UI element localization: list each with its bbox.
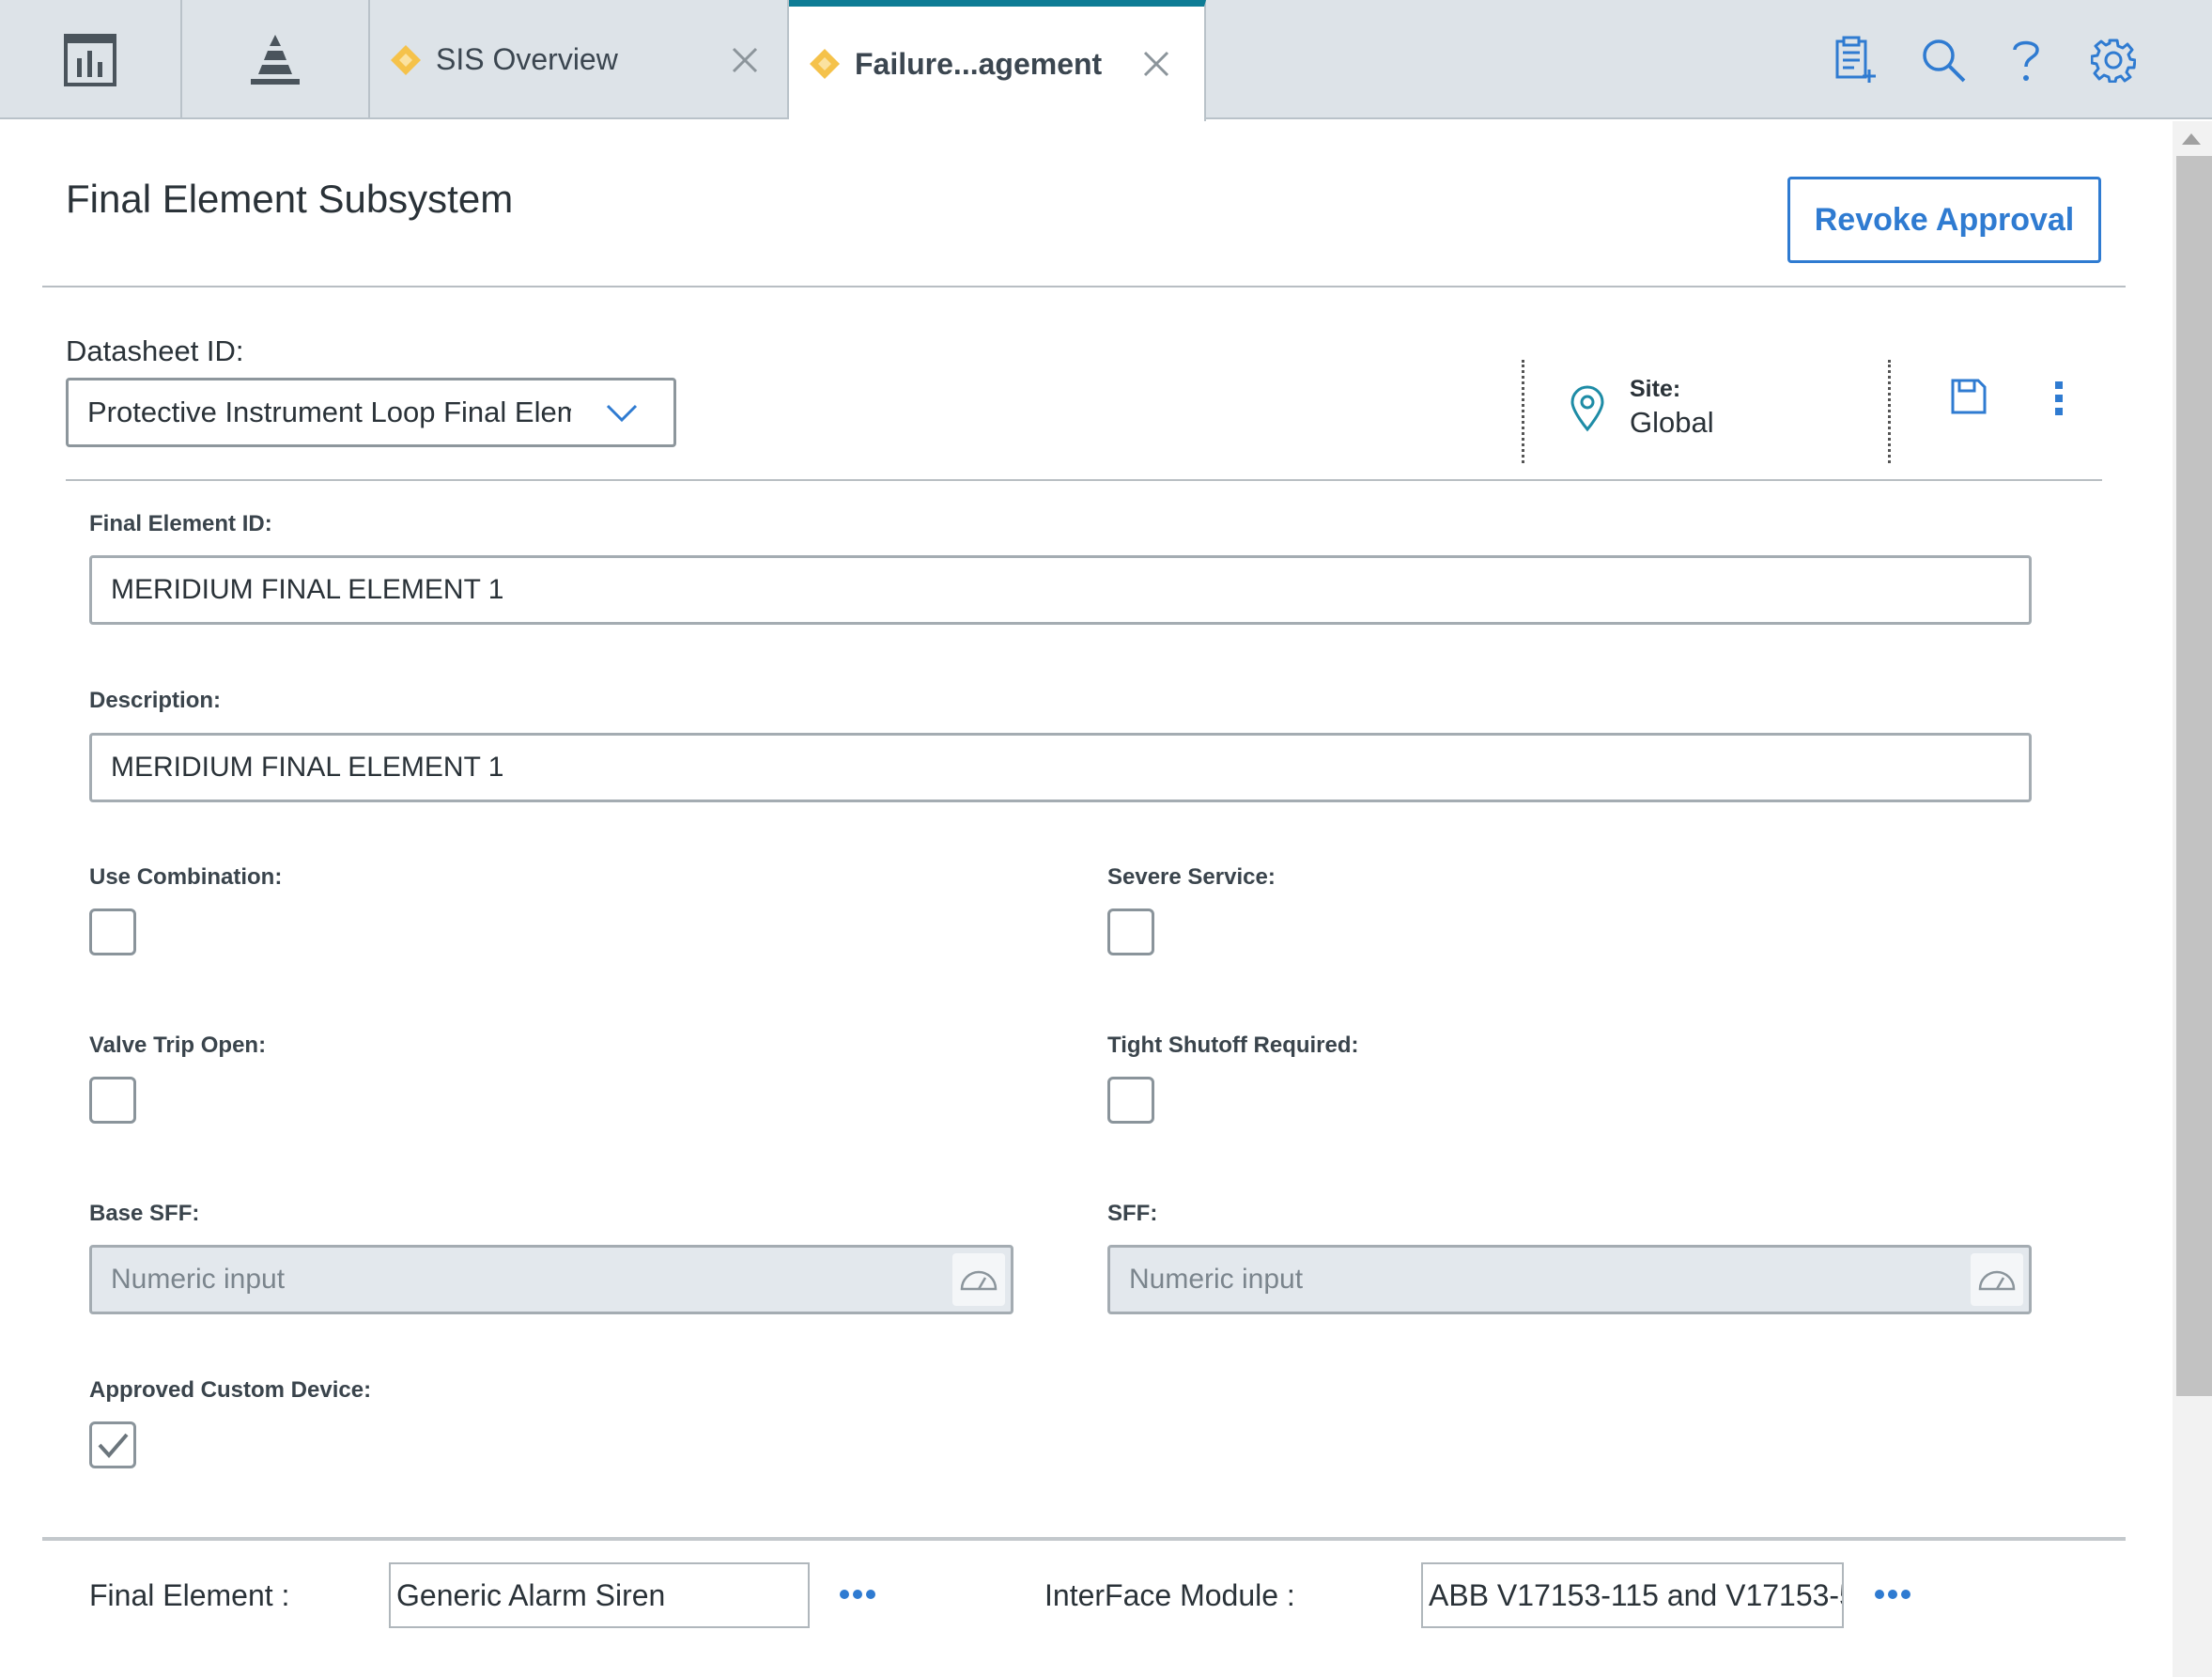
gauge-icon [1978, 1270, 2016, 1291]
gauge-button[interactable] [952, 1253, 1005, 1306]
pyramid-icon [251, 34, 300, 85]
final-element-id-label: Final Element ID: [89, 511, 272, 536]
final-element-lookup-button[interactable] [839, 1567, 876, 1609]
divider [42, 1537, 2126, 1541]
sff-input: Numeric input [1107, 1245, 2032, 1314]
use-combination-checkbox[interactable] [89, 908, 136, 955]
severe-service-checkbox[interactable] [1107, 908, 1154, 955]
checkmark-icon [98, 1433, 129, 1459]
use-combination-label: Use Combination: [89, 864, 283, 890]
final-element-input[interactable]: Generic Alarm Siren [389, 1562, 810, 1628]
ellipsis-icon [840, 1590, 875, 1599]
chevron-down-icon [606, 404, 638, 423]
ellipsis-icon [1875, 1590, 1910, 1599]
valve-trip-open-checkbox[interactable] [89, 1077, 136, 1124]
severe-service-label: Severe Service: [1107, 864, 1276, 890]
base-sff-label: Base SFF: [89, 1201, 200, 1226]
save-icon[interactable] [1950, 378, 1988, 415]
header-actions [1832, 0, 2136, 119]
more-options-icon[interactable] [2052, 380, 2065, 417]
final-element-id-input[interactable]: MERIDIUM FINAL ELEMENT 1 [89, 555, 2032, 625]
description-label: Description: [89, 688, 222, 713]
approved-custom-device-label: Approved Custom Device: [89, 1377, 372, 1403]
divider [66, 479, 2102, 481]
interface-module-lookup-button[interactable] [1874, 1567, 1911, 1609]
interface-module-label: InterFace Module : [1044, 1578, 1295, 1612]
top-navigation-bar: SIS Overview Failure...agement [0, 0, 2212, 121]
hierarchy-tab[interactable] [182, 0, 370, 119]
search-icon[interactable] [1920, 37, 1967, 84]
interface-module-input[interactable]: ABB V17153-115 and V17153-5?? [1421, 1562, 1844, 1628]
divider [1522, 360, 1524, 463]
diamond-icon [391, 44, 421, 75]
close-icon[interactable] [1142, 50, 1170, 78]
tab-failure-management[interactable]: Failure...agement [789, 0, 1206, 121]
divider [42, 286, 2126, 287]
location-pin-icon [1570, 385, 1604, 432]
close-icon[interactable] [731, 46, 759, 74]
approved-custom-device-checkbox[interactable] [89, 1421, 136, 1468]
valve-trip-open-label: Valve Trip Open: [89, 1033, 267, 1058]
tab-label: Failure...agement [855, 46, 1103, 81]
settings-gear-icon[interactable] [2091, 38, 2136, 83]
datasheet-selected-value: Protective Instrument Loop Final Element [87, 396, 571, 428]
page-title: Final Element Subsystem [66, 177, 514, 221]
final-element-label: Final Element : [89, 1578, 290, 1612]
diamond-icon [810, 49, 840, 79]
sff-placeholder: Numeric input [1129, 1264, 1304, 1295]
gauge-button[interactable] [1971, 1253, 2023, 1306]
tight-shutoff-checkbox[interactable] [1107, 1077, 1154, 1124]
divider [1888, 360, 1891, 463]
tab-label: SIS Overview [436, 42, 618, 76]
site-label: Site: [1630, 376, 1681, 402]
datasheet-id-label: Datasheet ID: [66, 334, 244, 367]
dashboard-tab[interactable] [0, 0, 182, 119]
tight-shutoff-label: Tight Shutoff Required: [1107, 1033, 1359, 1058]
dashboard-chart-icon [64, 33, 116, 86]
scrollbar-thumb[interactable] [2176, 156, 2212, 1396]
help-icon[interactable] [2010, 37, 2042, 84]
add-document-icon[interactable] [1832, 36, 1879, 85]
description-input[interactable]: MERIDIUM FINAL ELEMENT 1 [89, 733, 2032, 802]
revoke-approval-button[interactable]: Revoke Approval [1787, 177, 2101, 263]
sff-label: SFF: [1107, 1201, 1158, 1226]
scroll-up-arrow[interactable] [2182, 133, 2201, 145]
site-value: Global [1630, 406, 1714, 439]
base-sff-placeholder: Numeric input [111, 1264, 286, 1295]
base-sff-input: Numeric input [89, 1245, 1013, 1314]
gauge-icon [960, 1270, 998, 1291]
datasheet-id-select[interactable]: Protective Instrument Loop Final Element [66, 378, 676, 447]
tab-sis-overview[interactable]: SIS Overview [370, 0, 789, 119]
